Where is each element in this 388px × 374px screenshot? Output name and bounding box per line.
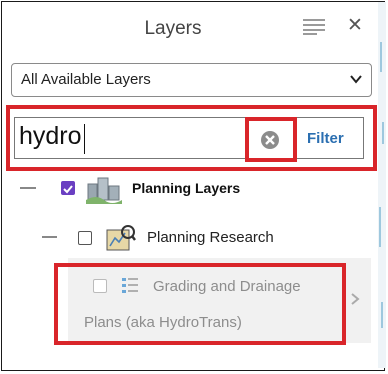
chevron-right-icon[interactable] [350,292,360,306]
map-edge-strip [378,2,386,368]
collapse-toggle-planning-research[interactable] [42,236,57,238]
tree-label-planning-research[interactable]: Planning Research [147,229,274,246]
checkbox-planning-layers[interactable] [61,181,75,195]
layer-select-value: All Available Layers [21,71,151,88]
item-highlight-box [54,263,346,345]
list-legend-icon [122,278,138,293]
chevron-down-icon [350,75,362,84]
search-input-value: hydro [19,122,82,150]
tree-label-grading-line1: Grading and Drainage [153,278,301,295]
research-map-icon [106,225,136,251]
collapse-toggle-planning-layers[interactable] [20,187,36,189]
buildings-group-icon [86,177,122,204]
layer-select[interactable]: All Available Layers [11,63,372,97]
clear-circle-x-icon[interactable] [260,130,280,150]
check-mark-icon [63,185,73,194]
filter-button[interactable]: Filter [307,130,344,147]
close-icon[interactable]: ✕ [346,15,364,37]
panel-title: Layers [144,18,202,39]
checkbox-grading-drainage[interactable] [93,279,107,293]
tree-label-grading-line2: Plans (aka HydroTrans) [84,314,242,331]
hamburger-menu-icon[interactable] [303,19,325,35]
tree-label-planning-layers[interactable]: Planning Layers [132,180,240,196]
text-caret [84,124,85,154]
checkbox-planning-research[interactable] [78,231,92,245]
